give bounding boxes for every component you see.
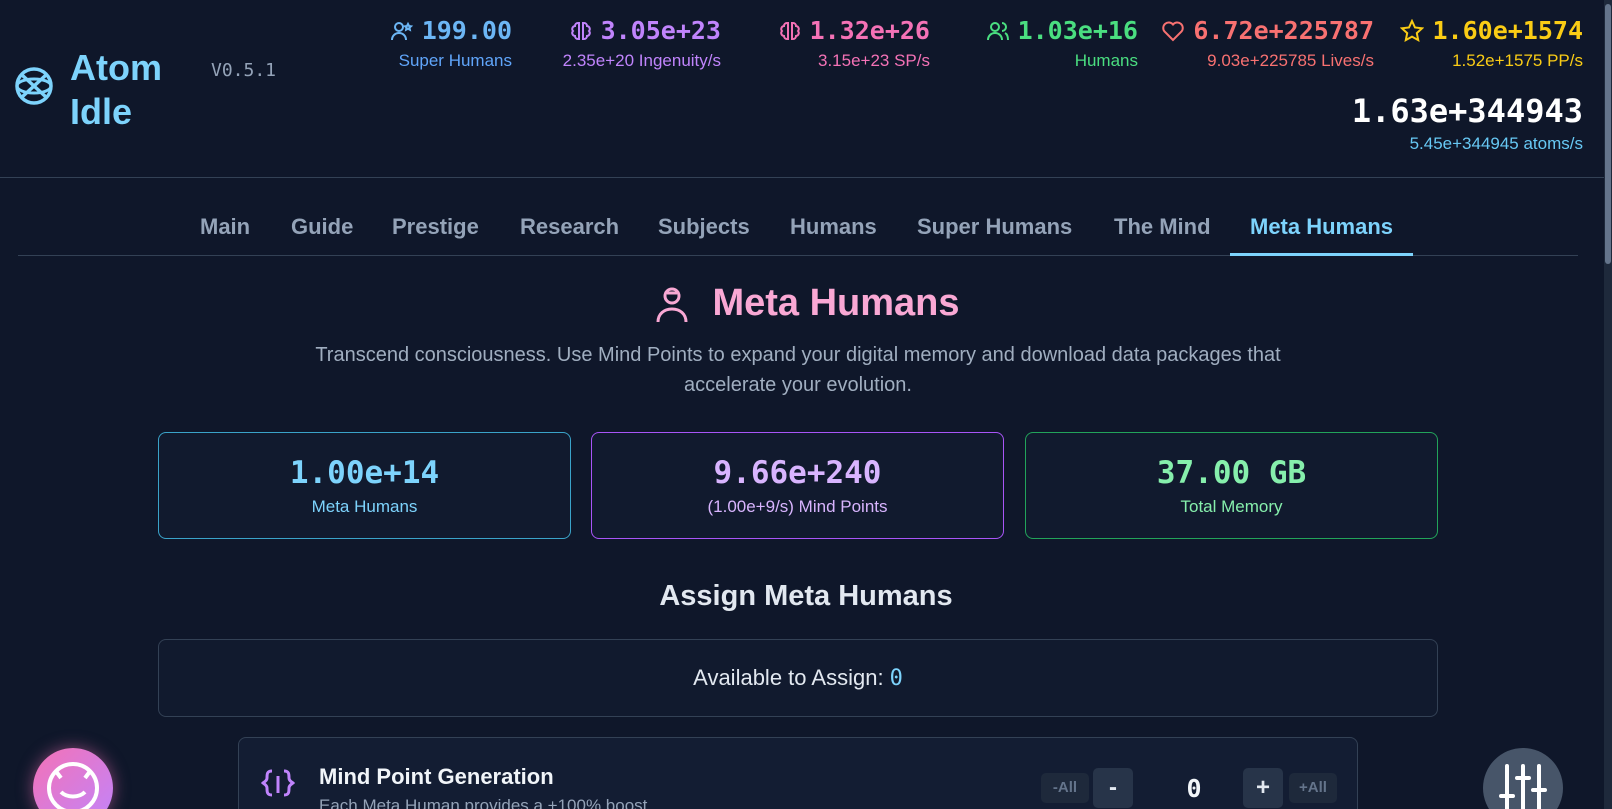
mind-points-card: 9.66e+240 (1.00e+9/s) Mind Points [591,432,1004,539]
brain-code-icon [261,769,295,797]
main-tab-bar: Main Guide Prestige Research Subjects Hu… [18,204,1578,256]
sliders-icon [1499,764,1547,809]
tab-guide[interactable]: Guide [271,204,373,256]
card-label: Meta Humans [311,497,418,516]
stat-humans: 1.03e+16 Humans [986,16,1138,72]
card-value: 9.66e+240 [713,455,882,491]
increment-button[interactable]: + [1243,768,1283,808]
card-value: 1.00e+14 [289,455,440,491]
remove-all-button[interactable]: -All [1041,773,1089,803]
chat-assistant-button[interactable] [33,748,113,809]
tab-humans[interactable]: Humans [770,204,897,256]
card-label: Total Memory [1180,497,1283,516]
assign-row-description: Each Meta Human provides a +100% boost [319,796,648,809]
stat-ingenuity: 3.05e+23 2.35e+20 Ingenuity/s [563,16,721,72]
stat-label: Humans [1074,51,1138,70]
available-label: Available to Assign: [693,665,884,690]
stat-value: 3.05e+23 [600,16,721,45]
app-name: Atom Idle [70,46,162,134]
page-description: Transcend consciousness. Use Mind Points… [315,344,1281,396]
user-star-icon [390,21,413,41]
assigned-count: 0 [1186,774,1202,803]
tab-prestige[interactable]: Prestige [372,204,499,256]
stat-label: Super Humans [398,51,512,70]
page-title: Meta Humans [712,282,960,324]
scrollbar-thumb[interactable] [1605,4,1611,264]
atom-logo-icon [15,67,53,105]
assign-row-title: Mind Point Generation [319,764,554,789]
brain-icon [570,22,591,40]
tab-meta-humans[interactable]: Meta Humans [1230,204,1414,256]
page-heading: Meta Humans [0,282,1612,325]
users-icon [986,22,1009,41]
star-icon [1400,19,1425,43]
app-name-line2: Idle [70,91,133,132]
tab-subjects[interactable]: Subjects [638,204,770,256]
page-scrollbar[interactable] [1604,0,1612,809]
meta-humans-card: 1.00e+14 Meta Humans [158,432,571,539]
meta-human-icon [656,287,688,322]
stat-label: 9.03e+225785 Lives/s [1207,51,1374,70]
stat-value: 199.00 [421,16,512,45]
settings-sliders-button[interactable] [1483,748,1563,809]
card-label: (1.00e+9/s) Mind Points [707,497,888,516]
tab-main[interactable]: Main [180,204,270,256]
app-name-line1: Atom [70,47,162,88]
stat-label: 1.52e+1575 PP/s [1452,51,1583,70]
atoms-rate: 5.45e+344945 atoms/s [1409,134,1583,153]
tab-the-mind[interactable]: The Mind [1094,204,1231,256]
stat-value: 6.72e+225787 [1193,16,1374,45]
card-value: 37.00 GB [1156,455,1307,491]
atoms-value: 1.63e+344943 [1351,92,1583,130]
stat-label: 2.35e+20 Ingenuity/s [562,51,721,70]
top-header: Atom Idle V0.5.1 199.00 Super Humans 3.0… [0,0,1612,178]
assign-row-mind-point-generation: Mind Point Generation Each Meta Human pr… [238,737,1358,809]
stat-value: 1.32e+26 [809,16,930,45]
stat-super-humans: 199.00 Super Humans [390,16,512,72]
assistant-face-icon [47,762,99,809]
stat-prestige: 1.60e+1574 1.52e+1575 PP/s [1400,16,1583,72]
stat-value: 1.03e+16 [1017,16,1138,45]
atoms-counter: 1.63e+344943 5.45e+344945 atoms/s [1352,92,1583,154]
decrement-button[interactable]: - [1093,768,1133,808]
stat-lives: 6.72e+225787 9.03e+225785 Lives/s [1161,16,1374,72]
add-all-button[interactable]: +All [1289,773,1337,803]
app-logo[interactable]: Atom Idle [14,46,162,134]
heart-icon [1162,21,1185,42]
tab-research[interactable]: Research [500,204,639,256]
total-memory-card: 37.00 GB Total Memory [1025,432,1438,539]
brain-icon [779,22,800,40]
assign-section-title: Assign Meta Humans [659,580,953,612]
stat-value: 1.60e+1574 [1432,16,1583,45]
tab-super-humans[interactable]: Super Humans [897,204,1092,256]
stat-sp: 1.32e+26 3.15e+23 SP/s [778,16,930,72]
available-value: 0 [889,665,903,691]
stat-label: 3.15e+23 SP/s [817,51,930,70]
version-label: V0.5.1 [211,60,277,81]
available-to-assign: Available to Assign: 0 [158,639,1438,717]
